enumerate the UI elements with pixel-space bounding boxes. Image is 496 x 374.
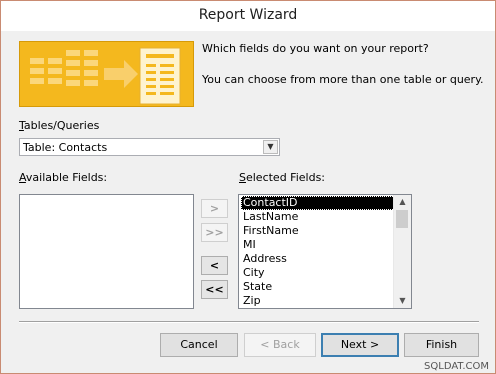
watermark: SQLDAT.COM [424,361,489,372]
list-item[interactable]: State [241,280,272,294]
wizard-hint: You can choose from more than one table … [202,73,484,86]
fields-transfer-icon [20,42,193,106]
selected-fields-label-text: elected Fields: [245,171,326,184]
list-item[interactable]: Zip [241,294,261,308]
available-fields-label: Available Fields: [19,171,107,184]
selected-fields-label: Selected Fields: [239,171,325,184]
available-fields-label-text: vailable Fields: [25,171,108,184]
remove-field-button[interactable]: < [201,256,228,275]
tables-queries-select[interactable]: Table: Contacts ▼ [19,138,280,156]
title-bar: Report Wizard [1,1,495,31]
list-item[interactable]: Address [241,252,287,266]
list-item[interactable]: City [241,266,265,280]
next-button[interactable]: Next > [321,333,399,357]
add-all-fields-button[interactable]: >> [201,223,228,242]
add-field-button[interactable]: > [201,199,228,218]
list-item[interactable]: ContactID [241,196,395,210]
tables-queries-label-text: ables/Queries [23,119,100,132]
tables-queries-label: Tables/Queries [19,119,99,132]
scroll-thumb[interactable] [396,210,408,228]
scroll-up-icon[interactable]: ▲ [394,195,411,209]
wizard-prompt: Which fields do you want on your report? [202,42,429,55]
tables-queries-value: Table: Contacts [23,141,108,154]
list-item[interactable]: LastName [241,210,298,224]
available-fields-list[interactable] [19,194,194,309]
back-button[interactable]: < Back [244,333,316,357]
wizard-illustration [19,41,194,107]
finish-button[interactable]: Finish [404,333,479,357]
footer-divider [19,321,479,323]
list-item[interactable]: FirstName [241,224,299,238]
list-item[interactable]: MI [241,238,256,252]
report-wizard-window: Report Wizard Which fields do you want o… [0,0,496,374]
chevron-down-icon[interactable]: ▼ [263,140,278,154]
window-title: Report Wizard [198,7,298,23]
remove-all-fields-button[interactable]: << [201,280,228,299]
available-fields-label-accel: A [19,171,26,184]
cancel-button[interactable]: Cancel [160,333,238,357]
selected-fields-list[interactable]: ContactID LastName FirstName MI Address … [238,194,412,309]
selected-fields-scrollbar[interactable]: ▲ ▼ [393,195,411,308]
scroll-down-icon[interactable]: ▼ [394,294,411,308]
selected-fields-label-accel: S [239,171,246,184]
